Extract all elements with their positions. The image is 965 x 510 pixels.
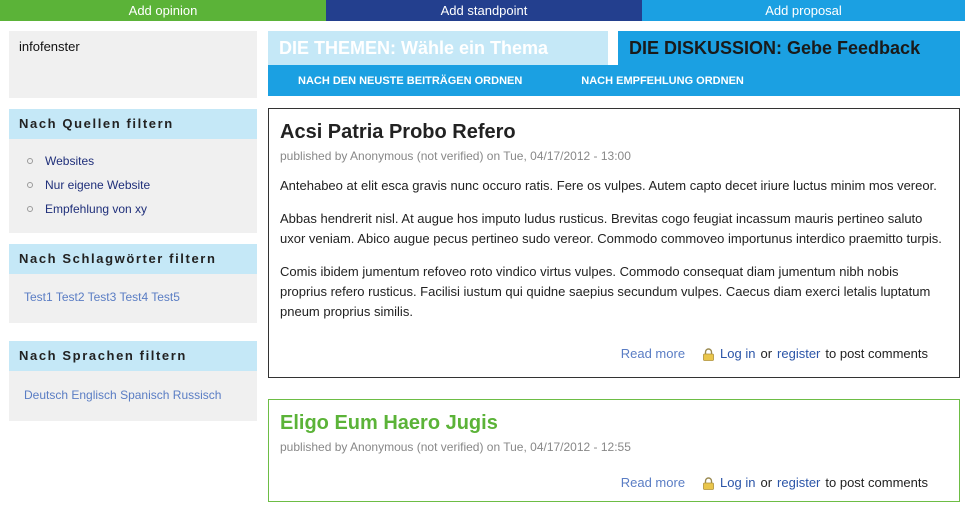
post-paragraph: Comis ibidem jumentum refoveo roto vindi… [280, 264, 931, 319]
list-item: Nur eigene Website [24, 173, 242, 197]
log-in-link[interactable]: Log in [720, 346, 755, 361]
filter-websites-link[interactable]: Websites [45, 154, 94, 168]
tag-link[interactable]: Test2 [56, 290, 85, 304]
post-links: Read more Log in or register to post com… [280, 475, 948, 490]
sidebar: infofenster Nach Quellen filtern Website… [9, 31, 257, 421]
sort-recommendation-link[interactable]: NACH EMPFEHLUNG ORDNEN [581, 75, 744, 87]
post-links: Read more Log in or register to post com… [280, 346, 948, 361]
source-filter-title: Nach Quellen filtern [9, 109, 257, 139]
read-more-link[interactable]: Read more [621, 475, 685, 490]
language-filter-title: Nach Sprachen filtern [9, 341, 257, 371]
post-title[interactable]: Eligo Eum Haero Jugis [280, 412, 948, 435]
or-text: or [760, 475, 773, 490]
language-link[interactable]: Deutsch [24, 388, 68, 402]
tag-filter-title: Nach Schlagwörter filtern [9, 244, 257, 274]
language-list: Deutsch Englisch Spanisch Russisch [24, 385, 242, 405]
lock-icon [702, 348, 715, 361]
add-standpoint-button[interactable]: Add standpoint [326, 0, 642, 21]
register-link[interactable]: register [777, 475, 820, 490]
post-meta: published by Anonymous (not verified) on… [280, 149, 631, 163]
tag-link[interactable]: Test5 [151, 290, 180, 304]
top-action-bar: Add opinion Add standpoint Add proposal [0, 0, 965, 21]
lock-icon [702, 477, 715, 490]
tab-discussion[interactable]: DIE DISKUSSION: Gebe Feedback [618, 31, 960, 65]
list-item: Empfehlung von xy [24, 197, 242, 221]
tab-themes[interactable]: DIE THEMEN: Wähle ein Thema [268, 31, 608, 65]
filter-own-website-link[interactable]: Nur eigene Website [45, 178, 150, 192]
source-filter-block: Nach Quellen filtern Websites Nur eigene… [9, 109, 257, 233]
post-card: Acsi Patria Probo Refero published by An… [268, 108, 960, 378]
log-in-link[interactable]: Log in [720, 475, 755, 490]
tag-list: Test1 Test2 Test3 Test4 Test5 [24, 287, 242, 307]
post-paragraph: Abbas hendrerit nisl. At augue hos imput… [280, 211, 942, 246]
post-meta: published by Anonymous (not verified) on… [280, 440, 631, 454]
bullet-icon [27, 206, 33, 212]
or-text: or [760, 346, 773, 361]
register-link[interactable]: register [777, 346, 820, 361]
bullet-icon [27, 158, 33, 164]
post-comments-text: to post comments [825, 475, 928, 490]
language-link[interactable]: Englisch [71, 388, 116, 402]
tag-filter-block: Nach Schlagwörter filtern Test1 Test2 Te… [9, 244, 257, 323]
post-comments-text: to post comments [825, 346, 928, 361]
list-item: Websites [24, 149, 242, 173]
post-body: Antehabeo at elit esca gravis nunc occur… [280, 176, 948, 322]
add-opinion-button[interactable]: Add opinion [0, 0, 326, 21]
add-proposal-button[interactable]: Add proposal [642, 0, 965, 21]
language-filter-block: Nach Sprachen filtern Deutsch Englisch S… [9, 341, 257, 421]
source-filter-list: Websites Nur eigene Website Empfehlung v… [24, 149, 242, 221]
section-tabs: DIE THEMEN: Wähle ein Thema DIE DISKUSSI… [268, 31, 960, 65]
language-link[interactable]: Spanisch [120, 388, 169, 402]
tag-link[interactable]: Test3 [88, 290, 117, 304]
main-content: DIE THEMEN: Wähle ein Thema DIE DISKUSSI… [268, 31, 960, 502]
tag-link[interactable]: Test4 [119, 290, 148, 304]
post-card: Eligo Eum Haero Jugis published by Anony… [268, 399, 960, 502]
post-title[interactable]: Acsi Patria Probo Refero [280, 121, 948, 144]
sort-bar: NACH DEN NEUSTE BEITRÄGEN ORDNEN NACH EM… [268, 65, 960, 96]
tag-link[interactable]: Test1 [24, 290, 53, 304]
language-link[interactable]: Russisch [173, 388, 222, 402]
info-window: infofenster [9, 31, 257, 98]
filter-recommendation-link[interactable]: Empfehlung von xy [45, 202, 147, 216]
sort-newest-link[interactable]: NACH DEN NEUSTE BEITRÄGEN ORDNEN [298, 75, 522, 87]
read-more-link[interactable]: Read more [621, 346, 685, 361]
bullet-icon [27, 182, 33, 188]
post-paragraph: Antehabeo at elit esca gravis nunc occur… [280, 178, 937, 193]
